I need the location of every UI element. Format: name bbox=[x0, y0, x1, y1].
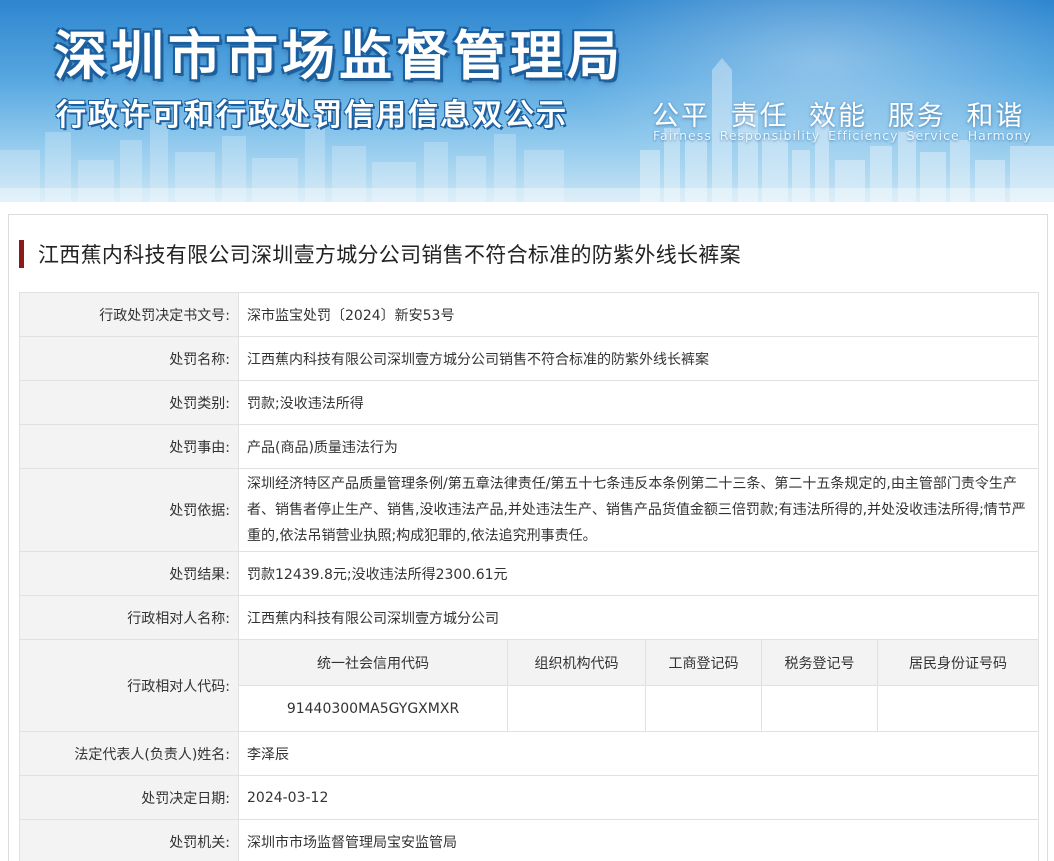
row-decision-date: 处罚决定日期: 2024-03-12 bbox=[19, 775, 1039, 820]
value-penalty-name: 江西蕉内科技有限公司深圳壹方城分公司销售不符合标准的防紫外线长裤案 bbox=[238, 336, 1039, 381]
value-decision-date: 2024-03-12 bbox=[238, 775, 1039, 820]
header-business-reg-code: 工商登记码 bbox=[645, 639, 762, 686]
value-penalty-result: 罚款12439.8元;没收违法所得2300.61元 bbox=[238, 551, 1039, 596]
value-tax-reg-no bbox=[761, 685, 878, 732]
label-party-name: 行政相对人名称: bbox=[19, 595, 239, 640]
header-banner: 深圳市市场监督管理局 行政许可和行政处罚信用信息双公示 公平 责任 效能 服务 … bbox=[0, 0, 1054, 202]
label-penalty-category: 处罚类别: bbox=[19, 380, 239, 425]
value-penalty-basis: 深圳经济特区产品质量管理条例/第五章法律责任/第五十七条违反本条例第二十三条、第… bbox=[238, 468, 1039, 552]
value-decision-no: 深市监宝处罚〔2024〕新安53号 bbox=[238, 292, 1039, 337]
row-penalty-category: 处罚类别: 罚款;没收违法所得 bbox=[19, 380, 1039, 425]
label-penalty-cause: 处罚事由: bbox=[19, 424, 239, 469]
row-penalty-result: 处罚结果: 罚款12439.8元;没收违法所得2300.61元 bbox=[19, 551, 1039, 596]
row-penalty-name: 处罚名称: 江西蕉内科技有限公司深圳壹方城分公司销售不符合标准的防紫外线长裤案 bbox=[19, 336, 1039, 381]
value-credit-code: 91440300MA5GYGXMXR bbox=[238, 685, 508, 732]
banner-subtitle: 行政许可和行政处罚信用信息双公示 bbox=[56, 98, 568, 133]
row-penalty-cause: 处罚事由: 产品(商品)质量违法行为 bbox=[19, 424, 1039, 469]
header-org-code: 组织机构代码 bbox=[507, 639, 646, 686]
value-id-card-no bbox=[877, 685, 1039, 732]
header-credit-code: 统一社会信用代码 bbox=[238, 639, 508, 686]
value-penalty-cause: 产品(商品)质量违法行为 bbox=[238, 424, 1039, 469]
value-penalty-category: 罚款;没收违法所得 bbox=[238, 380, 1039, 425]
title-accent-bar bbox=[19, 240, 24, 268]
row-party-code-headers: 行政相对人代码: 统一社会信用代码 组织机构代码 工商登记码 税务登记号 居民身… bbox=[19, 639, 1039, 732]
value-org-code bbox=[507, 685, 646, 732]
header-tax-reg-no: 税务登记号 bbox=[761, 639, 878, 686]
case-title-text: 江西蕉内科技有限公司深圳壹方城分公司销售不符合标准的防紫外线长裤案 bbox=[38, 243, 741, 267]
row-party-name: 行政相对人名称: 江西蕉内科技有限公司深圳壹方城分公司 bbox=[19, 595, 1039, 640]
row-penalty-basis: 处罚依据: 深圳经济特区产品质量管理条例/第五章法律责任/第五十七条违反本条例第… bbox=[19, 468, 1039, 552]
label-decision-no: 行政处罚决定书文号: bbox=[19, 292, 239, 337]
penalty-info-table: 行政处罚决定书文号: 深市监宝处罚〔2024〕新安53号 处罚名称: 江西蕉内科… bbox=[19, 292, 1039, 861]
header-id-card-no: 居民身份证号码 bbox=[877, 639, 1039, 686]
label-penalty-basis: 处罚依据: bbox=[19, 468, 239, 552]
value-party-name: 江西蕉内科技有限公司深圳壹方城分公司 bbox=[238, 595, 1039, 640]
value-authority: 深圳市市场监督管理局宝安监管局 bbox=[238, 819, 1039, 861]
label-authority: 处罚机关: bbox=[19, 819, 239, 861]
row-authority: 处罚机关: 深圳市市场监督管理局宝安监管局 bbox=[19, 819, 1039, 861]
value-legal-rep: 李泽辰 bbox=[238, 731, 1039, 776]
row-decision-no: 行政处罚决定书文号: 深市监宝处罚〔2024〕新安53号 bbox=[19, 292, 1039, 337]
label-penalty-result: 处罚结果: bbox=[19, 551, 239, 596]
label-legal-rep: 法定代表人(负责人)姓名: bbox=[19, 731, 239, 776]
banner-title: 深圳市市场监督管理局 bbox=[54, 26, 624, 87]
case-title: 江西蕉内科技有限公司深圳壹方城分公司销售不符合标准的防紫外线长裤案 bbox=[19, 239, 741, 269]
label-penalty-name: 处罚名称: bbox=[19, 336, 239, 381]
label-decision-date: 处罚决定日期: bbox=[19, 775, 239, 820]
value-business-reg-code bbox=[645, 685, 762, 732]
banner-slogan-en: Fairness Responsibility Efficiency Servi… bbox=[653, 128, 1032, 143]
row-legal-rep: 法定代表人(负责人)姓名: 李泽辰 bbox=[19, 731, 1039, 776]
label-party-code: 行政相对人代码: bbox=[19, 639, 239, 732]
